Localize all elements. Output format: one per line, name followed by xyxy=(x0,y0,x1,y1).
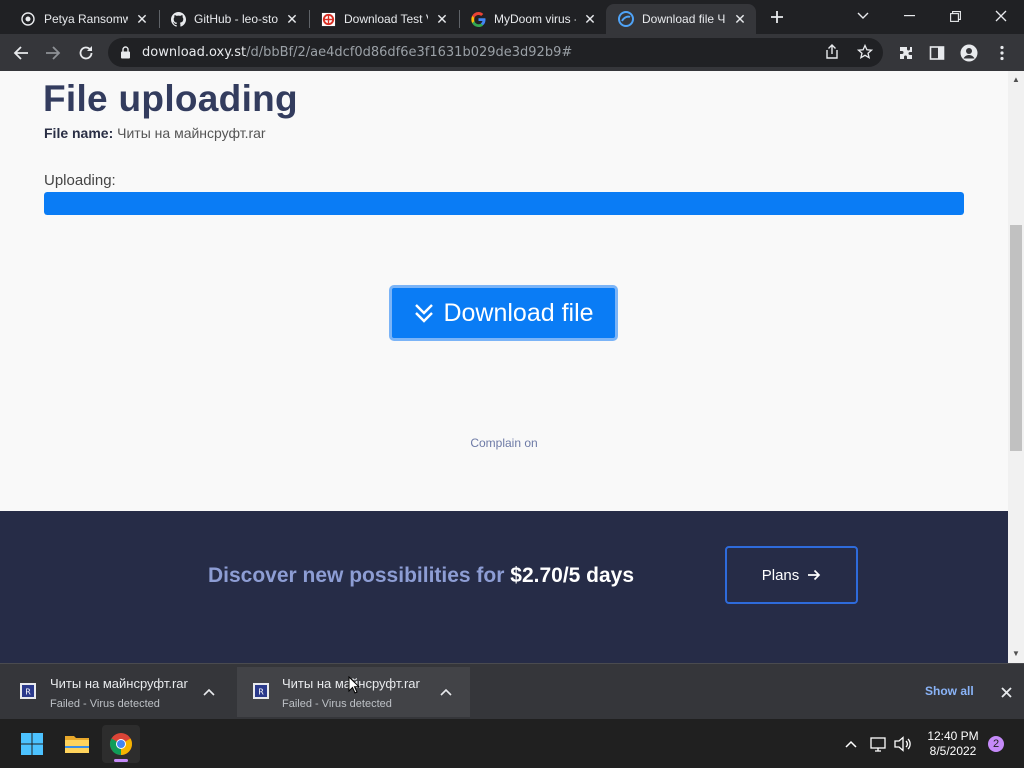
promo-banner: Discover new possibilities for $2.70/5 d… xyxy=(0,511,1008,663)
bookmark-star-icon[interactable] xyxy=(856,43,874,65)
download-status: Failed - Virus detected xyxy=(50,698,160,710)
chevron-up-icon[interactable] xyxy=(199,682,219,702)
upload-progress-bar xyxy=(44,192,964,215)
scroll-up-icon[interactable]: ▲ xyxy=(1011,75,1021,85)
url-text[interactable]: download.oxy.st/d/bbBf/2/ae4dcf0d86df6e3… xyxy=(142,45,572,60)
profile-icon[interactable] xyxy=(954,38,984,68)
tab-github[interactable]: GitHub - leo-stone ✕ xyxy=(158,4,308,34)
tab-download-test[interactable]: Download Test Virus ✕ xyxy=(308,4,458,34)
new-tab-button[interactable] xyxy=(762,2,792,32)
network-icon[interactable] xyxy=(869,734,889,754)
mouse-cursor-icon xyxy=(348,675,361,699)
rar-file-icon: R xyxy=(19,682,39,702)
rar-file-icon: R xyxy=(252,682,272,702)
notification-badge[interactable]: 2 xyxy=(988,736,1004,752)
google-icon xyxy=(470,11,486,27)
active-app-indicator xyxy=(114,759,128,762)
download-file-button[interactable]: Download file xyxy=(389,285,618,341)
tab-title: GitHub - leo-stone xyxy=(194,12,278,26)
restore-button[interactable] xyxy=(932,0,978,32)
complain-link[interactable]: Complain on xyxy=(0,436,1008,450)
download-file-name: Читы на майнсруфт.rar xyxy=(50,676,188,691)
close-icon[interactable]: ✕ xyxy=(284,11,300,27)
back-button[interactable] xyxy=(6,38,36,68)
clock-date: 8/5/2022 xyxy=(929,744,977,758)
upload-progress-fill xyxy=(44,192,964,215)
tab-download-file[interactable]: Download file Читы ✕ xyxy=(606,4,756,34)
tab-title: Download file Читы xyxy=(642,12,726,26)
page-title: File uploading xyxy=(43,78,298,119)
download-shelf: R Читы на майнсруфт.rar Failed - Virus d… xyxy=(0,663,1024,719)
minimize-button[interactable] xyxy=(886,0,932,32)
windows-taskbar: 12:40 PM 8/5/2022 2 xyxy=(0,719,1024,768)
arrow-right-icon xyxy=(807,568,821,582)
scroll-down-icon[interactable]: ▼ xyxy=(1011,649,1021,659)
promo-text: Discover new possibilities for $2.70/5 d… xyxy=(208,564,634,588)
close-icon[interactable]: ✕ xyxy=(134,11,150,27)
chrome-taskbar-icon[interactable] xyxy=(102,725,140,763)
forward-button[interactable] xyxy=(38,38,68,68)
share-icon[interactable] xyxy=(824,44,840,65)
scrollbar-thumb[interactable] xyxy=(1010,225,1022,451)
download-status: Failed - Virus detected xyxy=(282,698,392,710)
clock-time: 12:40 PM xyxy=(927,729,979,743)
file-name-label: File name: xyxy=(44,125,114,141)
side-panel-icon[interactable] xyxy=(922,38,952,68)
chevron-up-icon[interactable] xyxy=(841,734,861,754)
url-path: /d/bbBf/2/ae4dcf0d86df6e3f1631b029de3d92… xyxy=(246,45,573,60)
tab-title: Petya Ransomware xyxy=(44,12,128,26)
reload-button[interactable] xyxy=(71,38,101,68)
double-chevron-down-icon xyxy=(413,302,435,324)
file-name-row: File name: Читы на майнсруфт.rar xyxy=(44,125,266,141)
system-clock[interactable]: 12:40 PM 8/5/2022 xyxy=(925,729,981,759)
file-explorer-icon[interactable] xyxy=(58,725,96,763)
close-window-button[interactable] xyxy=(978,0,1024,32)
page-scrollbar[interactable]: ▲ ▼ xyxy=(1008,71,1024,663)
promo-text-lead: Discover new possibilities for xyxy=(208,564,505,587)
github-icon xyxy=(170,11,186,27)
menu-icon[interactable] xyxy=(987,38,1017,68)
tab-strip: Petya Ransomware ✕ GitHub - leo-stone ✕ … xyxy=(0,0,1024,34)
test-site-icon xyxy=(320,11,336,27)
svg-text:R: R xyxy=(258,688,264,697)
download-item[interactable]: R Читы на майнсруфт.rar Failed - Virus d… xyxy=(2,667,235,717)
svg-text:R: R xyxy=(25,688,31,697)
close-icon[interactable]: ✕ xyxy=(434,11,450,27)
promo-price: $2.70/5 days xyxy=(510,564,635,587)
tab-petya[interactable]: Petya Ransomware ✕ xyxy=(8,4,158,34)
close-icon[interactable]: ✕ xyxy=(582,11,598,27)
tab-search-icon[interactable] xyxy=(840,0,886,32)
chevron-up-icon[interactable] xyxy=(436,682,456,702)
tab-mydoom[interactable]: MyDoom virus - Go ✕ xyxy=(458,4,606,34)
show-all-button[interactable]: Show all xyxy=(925,684,974,698)
plans-button[interactable]: Plans xyxy=(725,546,858,604)
address-bar[interactable]: download.oxy.st/d/bbBf/2/ae4dcf0d86df6e3… xyxy=(108,38,883,67)
oxy-icon xyxy=(618,11,634,27)
start-button-icon[interactable] xyxy=(13,725,51,763)
page-viewport: File uploading File name: Читы на майнср… xyxy=(0,71,1024,663)
close-icon[interactable]: ✕ xyxy=(732,11,748,27)
browser-toolbar: download.oxy.st/d/bbBf/2/ae4dcf0d86df6e3… xyxy=(0,34,1024,71)
tab-title: Download Test Virus xyxy=(344,12,428,26)
url-host: download.oxy.st xyxy=(142,45,247,60)
tab-title: MyDoom virus - Go xyxy=(494,12,576,26)
volume-icon[interactable] xyxy=(893,734,913,754)
globe-icon xyxy=(20,11,36,27)
uploading-label: Uploading: xyxy=(44,172,116,189)
close-icon[interactable] xyxy=(996,682,1016,702)
plans-button-label: Plans xyxy=(761,566,800,584)
download-button-label: Download file xyxy=(443,298,594,327)
extensions-icon[interactable] xyxy=(891,38,921,68)
lock-icon[interactable] xyxy=(120,46,131,64)
file-name-value: Читы на майнсруфт.rar xyxy=(117,125,266,141)
